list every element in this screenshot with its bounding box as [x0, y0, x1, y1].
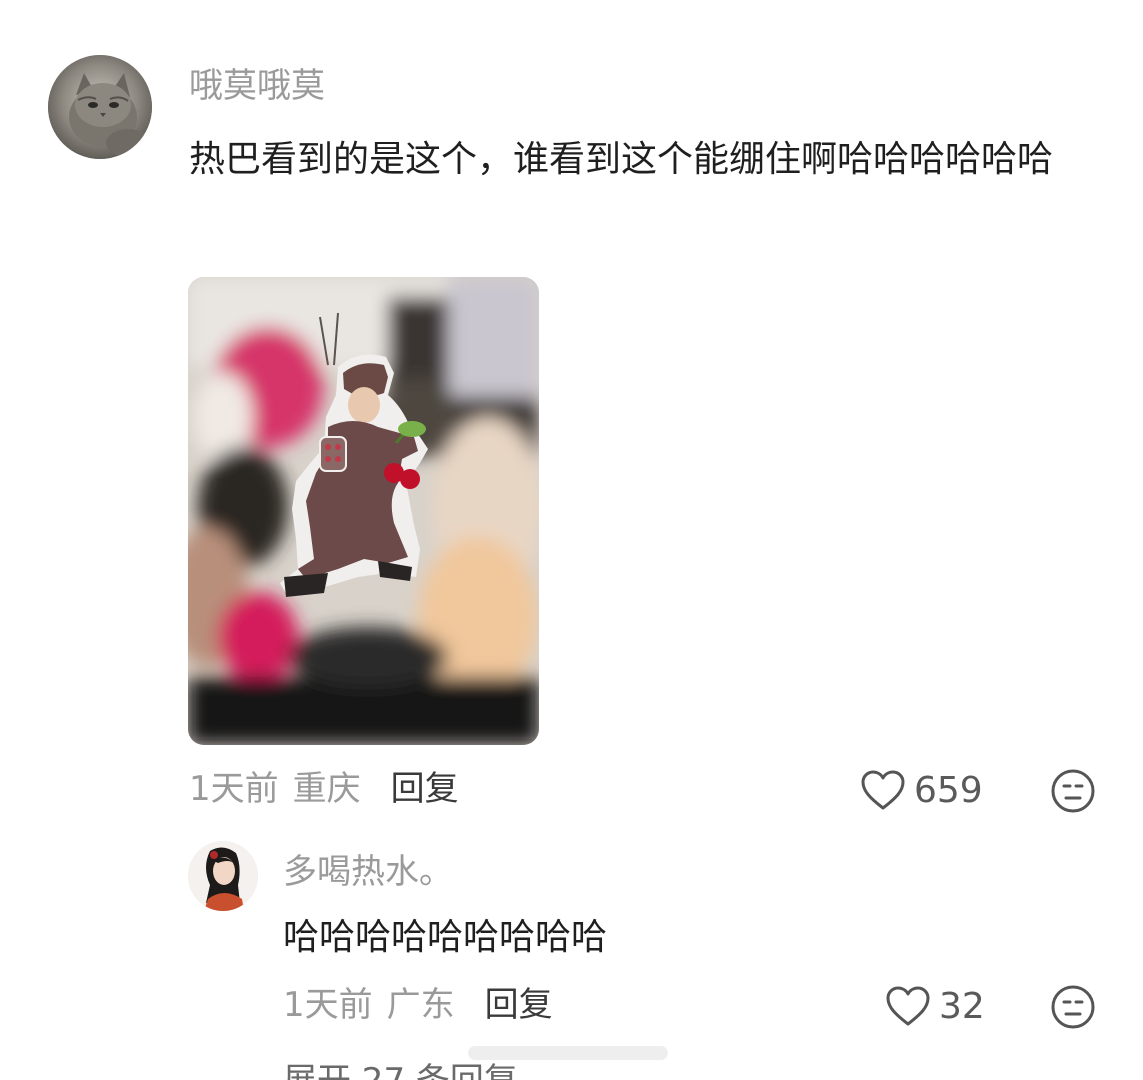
- girl-avatar-icon: [188, 841, 258, 911]
- reply-avatar[interactable]: [188, 841, 258, 911]
- like-button[interactable]: 659: [860, 766, 983, 814]
- like-count: 659: [914, 769, 983, 811]
- emoji-reaction-button[interactable]: [1050, 768, 1096, 814]
- meh-face-icon: [1051, 985, 1095, 1029]
- reply-location: 广东: [386, 985, 455, 1025]
- reply-text: 哈哈哈哈哈哈哈哈哈: [283, 917, 608, 958]
- username[interactable]: 哦莫哦莫: [189, 62, 325, 110]
- comment-location: 重庆: [292, 769, 361, 809]
- reply-time: 1天前: [283, 985, 373, 1025]
- reply-reply-button[interactable]: 回复: [485, 985, 553, 1025]
- watermark-icon: [468, 1046, 668, 1060]
- photo-icon: [188, 277, 539, 745]
- reply-button[interactable]: 回复: [391, 769, 459, 809]
- reply-username[interactable]: 多喝热水。: [283, 848, 453, 896]
- comment-time: 1天前: [189, 769, 279, 809]
- comment-meta: 1天前 重庆 回复: [189, 766, 459, 812]
- reply-like-count: 32: [939, 985, 985, 1027]
- cat-avatar-icon: [48, 55, 152, 159]
- avatar[interactable]: [48, 55, 152, 159]
- watermark: [468, 1038, 668, 1068]
- comment-image[interactable]: [188, 277, 539, 745]
- comment-thread: 哦莫哦莫 热巴看到的是这个，谁看到这个能绷住啊哈哈哈哈哈哈 1天前 重庆 回复 …: [0, 0, 1143, 1080]
- meh-face-icon: [1051, 769, 1095, 813]
- heart-icon: [861, 770, 905, 810]
- reply-meta: 1天前 广东 回复: [283, 982, 553, 1028]
- comment-text: 热巴看到的是这个，谁看到这个能绷住啊哈哈哈哈哈哈: [189, 139, 1054, 180]
- heart-icon: [886, 986, 930, 1026]
- reply-emoji-reaction-button[interactable]: [1050, 984, 1096, 1030]
- reply-like-button[interactable]: 32: [885, 982, 985, 1030]
